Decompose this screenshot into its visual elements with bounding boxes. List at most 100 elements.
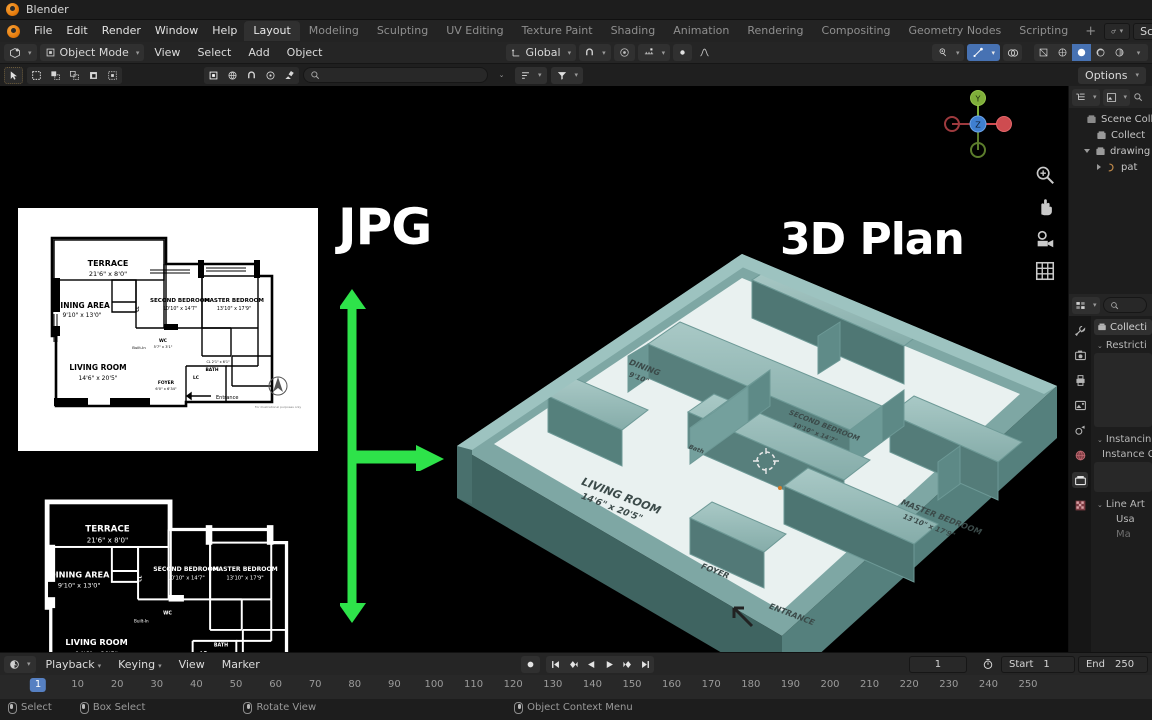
viewport-menu-add[interactable]: Add	[241, 44, 276, 61]
shading-solid-button[interactable]	[1053, 44, 1072, 61]
outliner-row-scene-collection[interactable]: Scene Coll	[1071, 111, 1152, 127]
outliner-row-drawing[interactable]: drawing	[1071, 143, 1152, 159]
viewport-shading-group[interactable]: ▾	[1034, 44, 1148, 61]
shading-material-preview-button[interactable]	[1072, 44, 1091, 61]
use-preview-range-button[interactable]	[979, 656, 998, 673]
playhead[interactable]: 1	[29, 678, 47, 692]
search-expand-icon[interactable]: ⌄	[492, 67, 511, 84]
move-view-icon[interactable]	[1034, 196, 1056, 218]
next-keyframe-button[interactable]	[618, 656, 636, 673]
workspace-tab-texture-paint[interactable]: Texture Paint	[513, 21, 602, 41]
show-overlays-toggle[interactable]	[1003, 44, 1022, 61]
zoom-view-icon[interactable]	[1034, 164, 1056, 186]
jump-to-end-button[interactable]	[636, 656, 654, 673]
outliner-editor[interactable]: ▾ ▾ Scene Coll Collect drawing pat	[1068, 86, 1152, 294]
menu-window[interactable]: Window	[148, 22, 205, 40]
floorplan-svg-image[interactable]: TERRACE 21'6" x 8'0" DINING AREA 9'10" x…	[18, 472, 328, 652]
workspace-tab-scripting[interactable]: Scripting	[1010, 21, 1077, 41]
timeline-menu-view[interactable]: View	[172, 656, 212, 673]
select-invert-button[interactable]	[84, 66, 103, 84]
blender-menu-icon[interactable]	[7, 24, 20, 38]
brush-icon[interactable]	[280, 66, 299, 84]
timeline-menu-marker[interactable]: Marker	[215, 656, 267, 673]
lineart-usage-row[interactable]: Usa	[1094, 512, 1152, 527]
panel-restrictions-header[interactable]: ⌄ Restricti	[1094, 338, 1152, 353]
show-gizmo-toggle[interactable]: ▾	[967, 44, 1000, 61]
select-mode-group[interactable]	[27, 66, 122, 84]
timeline-menu-keying[interactable]: Keying ▾	[111, 656, 168, 673]
texture-tab[interactable]	[1072, 497, 1088, 513]
panel-instancing-header[interactable]: ⌄ Instancin	[1094, 432, 1152, 447]
camera-view-icon[interactable]	[1034, 228, 1056, 250]
options-dropdown[interactable]: Options ▾	[1078, 66, 1146, 84]
workspace-tab-geometry-nodes[interactable]: Geometry Nodes	[899, 21, 1010, 41]
mode-icon-group[interactable]	[204, 66, 299, 84]
properties-editor[interactable]: ▾ Collecti ⌄ Restricti ⌄ Instancin Insta…	[1068, 294, 1152, 652]
editor-type-3dview-icon[interactable]: ▾	[4, 44, 37, 61]
shading-wireframe-button[interactable]	[1034, 44, 1053, 61]
jump-to-start-button[interactable]	[546, 656, 564, 673]
viewport-menu-object[interactable]: Object	[280, 44, 330, 61]
start-frame-field[interactable]: Start 1	[1000, 655, 1075, 673]
view-layer-tab[interactable]	[1072, 397, 1088, 413]
outliner-filter-icon[interactable]: ▾	[1102, 88, 1131, 106]
global-orientation-icon[interactable]	[223, 66, 242, 84]
workspace-tab-modeling[interactable]: Modeling	[300, 21, 368, 41]
select-intersect-button[interactable]	[103, 66, 122, 84]
filter-dropdown[interactable]: ▾	[550, 66, 584, 84]
xray-toggle-button[interactable]	[1110, 44, 1129, 61]
snap-icon[interactable]	[261, 66, 280, 84]
output-tab[interactable]	[1072, 372, 1088, 388]
shading-rendered-button[interactable]	[1091, 44, 1110, 61]
panel-lineart-header[interactable]: ⌄ Line Art	[1094, 497, 1152, 512]
3d-viewport[interactable]: TERRACE 21'6" x 8'0" DINING AREA 9'10" x…	[0, 86, 1068, 652]
scene-name-field[interactable]: Scene	[1133, 22, 1152, 40]
search-icon[interactable]	[1133, 92, 1143, 102]
menu-file[interactable]: File	[27, 22, 59, 40]
workspace-tab-layout[interactable]: Layout	[244, 21, 300, 41]
tweak-tool-icon[interactable]	[4, 66, 23, 84]
navigation-gizmo[interactable]: Y Z	[940, 86, 1016, 162]
play-button[interactable]	[600, 656, 618, 673]
timeline-editor-icon[interactable]: ▾	[4, 655, 36, 673]
select-extend-button[interactable]	[46, 66, 65, 84]
transform-orientation-dropdown[interactable]: Global ▾	[505, 44, 577, 61]
timeline-editor[interactable]: ▾ Playback ▾ Keying ▾ View Marker 1 Star…	[0, 652, 1152, 699]
3d-floorplan-model[interactable]: LIVING ROOM 14'6" x 20'5" DINING 9'10" S…	[452, 236, 1062, 652]
toggle-orthographic-icon[interactable]	[1034, 260, 1056, 282]
select-box-button[interactable]	[27, 66, 46, 84]
world-tab[interactable]	[1072, 447, 1088, 463]
expander-down-icon[interactable]	[1084, 149, 1090, 153]
expander-right-icon[interactable]	[1097, 164, 1101, 170]
auto-keying-button[interactable]	[521, 655, 541, 673]
snap-magnet-toggle[interactable]: ▾	[579, 44, 611, 61]
workspace-tab-shading[interactable]: Shading	[602, 21, 665, 41]
viewport-menu-view[interactable]: View	[147, 44, 187, 61]
menu-help[interactable]: Help	[205, 22, 244, 40]
lineart-mask-row[interactable]: Ma	[1094, 527, 1152, 542]
workspace-tab-sculpting[interactable]: Sculpting	[368, 21, 437, 41]
properties-content[interactable]: Collecti ⌄ Restricti ⌄ Instancin Instance …	[1091, 316, 1152, 652]
menu-edit[interactable]: Edit	[59, 22, 94, 40]
timeline-ruler[interactable]: 1 10 20 30 40 50 60 70 80 90 100 110 120 130 140 150 16…	[0, 675, 1152, 699]
scene-tab[interactable]	[1072, 422, 1088, 438]
snapping-options-dropdown[interactable]: ▾	[637, 44, 671, 61]
outliner-display-mode-icon[interactable]: ▾	[1072, 88, 1100, 106]
properties-tab-strip[interactable]	[1069, 316, 1091, 652]
end-frame-field[interactable]: End 250	[1077, 655, 1148, 673]
magnet-icon[interactable]	[242, 66, 261, 84]
menu-render[interactable]: Render	[95, 22, 148, 40]
workspace-tab-rendering[interactable]: Rendering	[738, 21, 812, 41]
outliner-tree[interactable]: Scene Coll Collect drawing pat	[1069, 108, 1152, 175]
falloff-curve-button[interactable]	[695, 44, 714, 61]
play-reverse-button[interactable]	[582, 656, 600, 673]
scene-datablock-icon[interactable]: ▾	[1104, 22, 1131, 40]
timeline-menu-playback[interactable]: Playback ▾	[39, 656, 109, 673]
workspace-tab-uv-editing[interactable]: UV Editing	[437, 21, 512, 41]
falloff-toggle-button[interactable]	[673, 44, 693, 61]
outliner-row-collection[interactable]: Collect	[1071, 127, 1152, 143]
render-tab[interactable]	[1072, 347, 1088, 363]
viewport-menu-select[interactable]: Select	[190, 44, 238, 61]
interaction-mode-dropdown[interactable]: Object Mode ▾	[39, 44, 145, 61]
properties-search-input[interactable]	[1102, 297, 1147, 313]
